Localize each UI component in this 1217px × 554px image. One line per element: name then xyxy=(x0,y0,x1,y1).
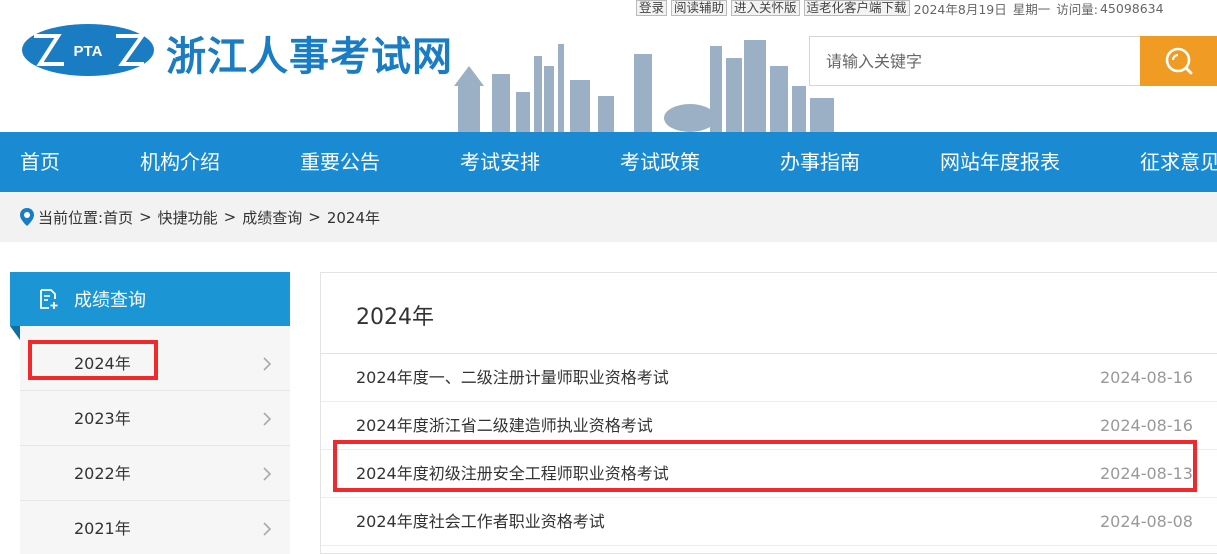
sidebar-title: 成绩查询 xyxy=(74,290,146,311)
content-panel: 2024年 2024年度一、二级注册计量师职业资格考试 2024-08-16 2… xyxy=(320,272,1217,554)
search-box xyxy=(809,36,1141,86)
list-item[interactable]: 2024年度社会工作者职业资格考试 2024-08-08 xyxy=(321,498,1217,546)
breadcrumb-separator: > xyxy=(223,208,237,226)
nav-item-reports[interactable]: 网站年度报表 xyxy=(940,132,1060,192)
visits-count: 45098634 xyxy=(1099,0,1164,16)
site-logo[interactable]: PTA xyxy=(20,22,156,78)
article-title[interactable]: 2024年度浙江省二级建造师执业资格考试 xyxy=(356,402,653,450)
article-date: 2024-08-16 xyxy=(1100,368,1193,387)
breadcrumb-item-score-query[interactable]: 成绩查询 xyxy=(242,207,302,228)
care-mode-link[interactable]: 进入关怀版 xyxy=(731,0,800,16)
current-date: 2024年8月19日 xyxy=(913,1,1007,17)
chevron-right-icon xyxy=(263,412,272,426)
document-add-icon xyxy=(40,289,58,309)
logo-text: PTA xyxy=(74,43,103,60)
article-title[interactable]: 2024年度社会工作者职业资格考试 xyxy=(356,498,605,546)
nav-item-guide[interactable]: 办事指南 xyxy=(780,132,860,192)
login-link[interactable]: 登录 xyxy=(636,0,668,16)
breadcrumb: 当前位置: 首页 > 快捷功能 > 成绩查询 > 2024年 xyxy=(0,192,1217,242)
sidebar-item-label: 2021年 xyxy=(74,519,131,538)
search-input[interactable] xyxy=(810,37,1140,85)
nav-item-about[interactable]: 机构介绍 xyxy=(140,132,220,192)
sidebar-item-label: 2023年 xyxy=(74,409,131,428)
article-title[interactable]: 2024年度一、二级注册计量师职业资格考试 xyxy=(356,354,669,402)
breadcrumb-item-shortcuts[interactable]: 快捷功能 xyxy=(158,207,218,228)
sidebar-item-label: 2024年 xyxy=(74,354,131,373)
current-weekday: 星期一 xyxy=(1012,1,1051,17)
list-item[interactable]: 2024年度初级注册安全工程师职业资格考试 2024-08-13 xyxy=(321,450,1217,498)
article-date: 2024-08-16 xyxy=(1100,416,1193,435)
city-skyline-illustration xyxy=(454,40,834,132)
sidebar-item-label: 2022年 xyxy=(74,464,131,483)
nav-item-schedule[interactable]: 考试安排 xyxy=(460,132,540,192)
list-item[interactable]: 2024年度一、二级注册计量师职业资格考试 2024-08-16 xyxy=(321,354,1217,402)
nav-item-policy[interactable]: 考试政策 xyxy=(620,132,700,192)
elderly-client-download-link[interactable]: 适老化客户端下载 xyxy=(803,0,910,16)
breadcrumb-label: 当前位置: xyxy=(38,208,104,227)
main-nav: 首页 机构介绍 重要公告 考试安排 考试政策 办事指南 网站年度报表 征求意见 xyxy=(0,132,1217,192)
nav-item-home[interactable]: 首页 xyxy=(20,132,60,192)
sidebar-header-notch xyxy=(10,326,20,340)
nav-item-notices[interactable]: 重要公告 xyxy=(300,132,380,192)
chevron-right-icon xyxy=(263,467,272,481)
sidebar-year-list: 2024年 2023年 2022年 2021年 xyxy=(20,326,290,554)
top-utility-bar: 登录 阅读辅助 进入关怀版 适老化客户端下载 2024年8月19日 星期一 访问… xyxy=(636,0,1170,17)
breadcrumb-separator: > xyxy=(139,208,152,226)
page-title: 2024年 xyxy=(356,305,434,330)
nav-item-feedback[interactable]: 征求意见 xyxy=(1140,132,1217,192)
sidebar-item-2022[interactable]: 2022年 xyxy=(20,446,290,501)
chevron-right-icon xyxy=(263,522,272,536)
visits-label: 访问量: xyxy=(1056,1,1098,17)
breadcrumb-item-home[interactable]: 首页 xyxy=(103,207,133,228)
search-icon xyxy=(1165,47,1192,75)
article-date: 2024-08-13 xyxy=(1100,464,1193,483)
article-title[interactable]: 2024年度初级注册安全工程师职业资格考试 xyxy=(356,450,669,498)
reading-aid-link[interactable]: 阅读辅助 xyxy=(671,0,728,16)
list-item[interactable]: 2024年度浙江省二级建造师执业资格考试 2024-08-16 xyxy=(321,402,1217,450)
sidebar-header: 成绩查询 xyxy=(10,272,290,326)
chevron-right-icon xyxy=(263,357,272,371)
site-title[interactable]: 浙江人事考试网 xyxy=(166,24,453,82)
location-pin-icon xyxy=(20,208,34,226)
breadcrumb-separator: > xyxy=(308,208,321,226)
article-date: 2024-08-08 xyxy=(1100,512,1193,531)
sidebar-item-2024[interactable]: 2024年 xyxy=(20,336,290,391)
sidebar-item-2023[interactable]: 2023年 xyxy=(20,391,290,446)
sidebar-item-2021[interactable]: 2021年 xyxy=(20,501,290,554)
search-button[interactable] xyxy=(1140,36,1217,86)
breadcrumb-item-current: 2024年 xyxy=(326,208,381,227)
